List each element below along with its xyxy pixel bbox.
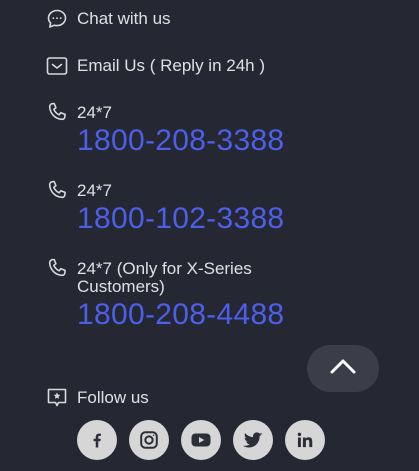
facebook-link[interactable]	[77, 420, 117, 460]
phone-number-link[interactable]: 1800-208-4488	[77, 298, 292, 332]
phone-icon	[45, 179, 69, 203]
back-to-top-button[interactable]	[307, 345, 379, 392]
email-us-label: Email Us ( Reply in 24h )	[77, 56, 266, 75]
email-us-link[interactable]: Email Us ( Reply in 24h )	[45, 54, 265, 78]
social-links	[77, 420, 325, 460]
twitter-link[interactable]	[233, 420, 273, 460]
phone-availability-label: 24*7	[77, 103, 112, 122]
phone-availability-label: 24*7	[77, 181, 112, 200]
follow-us-label: Follow us	[77, 388, 149, 407]
facebook-icon	[93, 433, 101, 448]
phone-entry: 24*7 1800-208-3388	[45, 101, 284, 158]
chat-with-us-link[interactable]: Chat with us	[45, 7, 171, 31]
follow-us-heading: Follow us	[45, 386, 149, 410]
instagram-link[interactable]	[129, 420, 169, 460]
twitter-icon	[243, 432, 263, 448]
phone-icon	[45, 101, 69, 125]
phone-icon	[45, 257, 69, 281]
youtube-icon	[191, 433, 211, 447]
chat-with-us-label: Chat with us	[77, 9, 171, 28]
chat-bubble-icon	[45, 7, 69, 31]
youtube-link[interactable]	[181, 420, 221, 460]
email-icon	[45, 54, 69, 78]
phone-availability-label: 24*7 (Only for X-Series Customers)	[77, 259, 252, 296]
phone-number-link[interactable]: 1800-102-3388	[77, 202, 284, 236]
follow-icon	[45, 386, 69, 410]
chevron-up-icon	[329, 357, 357, 380]
phone-entry: 24*7 1800-102-3388	[45, 179, 284, 236]
linkedin-icon	[297, 432, 313, 448]
linkedin-link[interactable]	[285, 420, 325, 460]
instagram-icon	[140, 431, 158, 449]
phone-entry: 24*7 (Only for X-Series Customers) 1800-…	[45, 257, 292, 332]
phone-number-link[interactable]: 1800-208-3388	[77, 124, 284, 158]
